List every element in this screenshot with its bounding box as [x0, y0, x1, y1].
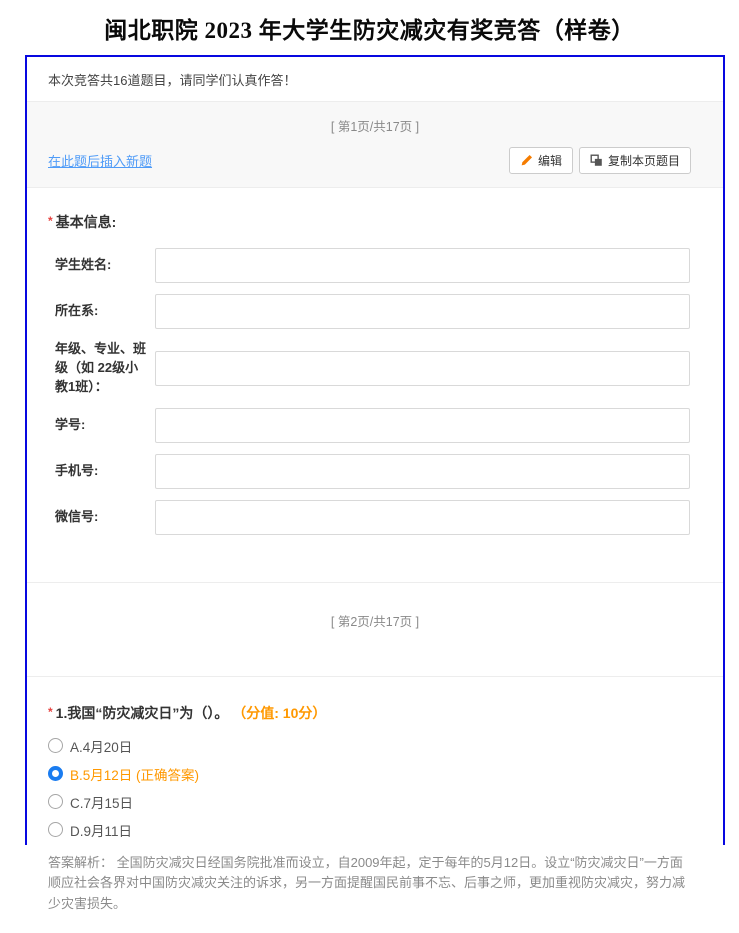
- basic-info-title-text: 基本信息:: [56, 214, 117, 230]
- basic-info-title: *基本信息:: [48, 212, 690, 232]
- basic-info-section: *基本信息: 学生姓名: 所在系: 年级、专业、班级（如 22级小教1班）： 学…: [27, 188, 723, 582]
- field-row-phone: 手机号:: [48, 454, 690, 489]
- question-1-section: *1.我国“防灾减灾日”为（）。 （分值: 10分） A.4月20日 B.5月1…: [27, 677, 723, 933]
- question-1-options: A.4月20日 B.5月12日 (正确答案) C.7月15日 D.9月11日: [48, 737, 693, 839]
- radio-unselected-icon[interactable]: [48, 822, 63, 837]
- field-row-student-name: 学生姓名:: [48, 248, 690, 283]
- question-1-title: *1.我国“防灾减灾日”为（）。 （分值: 10分）: [48, 703, 693, 723]
- phone-label: 手机号:: [55, 462, 155, 481]
- question-1-title-text: 1.我国“防灾减灾日”为（）。: [56, 705, 229, 721]
- radio-unselected-icon[interactable]: [48, 738, 63, 753]
- student-id-label: 学号:: [55, 416, 155, 435]
- field-row-department: 所在系:: [48, 294, 690, 329]
- toolbar-buttons: 编辑 复制本页题目: [509, 147, 691, 174]
- option-a-label: A.4月20日: [70, 736, 132, 756]
- student-name-label: 学生姓名:: [55, 256, 155, 275]
- option-c-label: C.7月15日: [70, 792, 133, 812]
- page1-indicator: [ 第1页/共17页 ]: [27, 116, 723, 135]
- page2-header: [ 第2页/共17页 ]: [27, 582, 723, 677]
- insert-question-link[interactable]: 在此题后插入新题: [48, 151, 152, 170]
- survey-container: 本次竞答共16道题目，请同学们认真作答！ [ 第1页/共17页 ] 在此题后插入…: [25, 55, 725, 845]
- edit-button-label: 编辑: [538, 152, 562, 169]
- option-d-label: D.9月11日: [70, 820, 132, 840]
- page1-header: [ 第1页/共17页 ] 在此题后插入新题 编辑 复制本页题目: [27, 102, 723, 188]
- field-row-grade-major-class: 年级、专业、班级（如 22级小教1班）：: [48, 340, 690, 397]
- student-id-input[interactable]: [155, 408, 690, 443]
- copy-page-button-label: 复制本页题目: [608, 152, 680, 169]
- field-row-wechat: 微信号:: [48, 500, 690, 535]
- pencil-icon: [520, 154, 533, 167]
- question-1-score: （分值: 10分）: [232, 705, 326, 721]
- department-label: 所在系:: [55, 302, 155, 321]
- page-title: 闽北职院 2023 年大学生防灾减灾有奖竞答（样卷）: [0, 0, 739, 45]
- department-input[interactable]: [155, 294, 690, 329]
- grade-major-class-input[interactable]: [155, 351, 690, 386]
- wechat-label: 微信号:: [55, 508, 155, 527]
- required-asterisk: *: [48, 214, 53, 228]
- field-row-student-id: 学号:: [48, 408, 690, 443]
- option-d[interactable]: D.9月11日: [48, 821, 693, 839]
- option-b[interactable]: B.5月12日 (正确答案): [48, 765, 693, 783]
- option-b-label: B.5月12日 (正确答案): [70, 764, 199, 784]
- copy-page-button[interactable]: 复制本页题目: [579, 147, 691, 174]
- wechat-input[interactable]: [155, 500, 690, 535]
- grade-major-class-label: 年级、专业、班级（如 22级小教1班）：: [55, 340, 155, 397]
- required-asterisk: *: [48, 705, 53, 719]
- edit-button[interactable]: 编辑: [509, 147, 573, 174]
- survey-intro: 本次竞答共16道题目，请同学们认真作答！: [27, 57, 723, 102]
- page1-toolbar: 在此题后插入新题 编辑 复制本页题目: [27, 147, 723, 174]
- phone-input[interactable]: [155, 454, 690, 489]
- answer-explanation: 答案解析： 全国防灾减灾日经国务院批准而设立，自2009年起，定于每年的5月12…: [48, 853, 693, 915]
- copy-icon: [590, 154, 603, 167]
- page2-indicator: [ 第2页/共17页 ]: [27, 611, 723, 630]
- option-c[interactable]: C.7月15日: [48, 793, 693, 811]
- radio-selected-icon[interactable]: [48, 766, 63, 781]
- option-a[interactable]: A.4月20日: [48, 737, 693, 755]
- radio-unselected-icon[interactable]: [48, 794, 63, 809]
- student-name-input[interactable]: [155, 248, 690, 283]
